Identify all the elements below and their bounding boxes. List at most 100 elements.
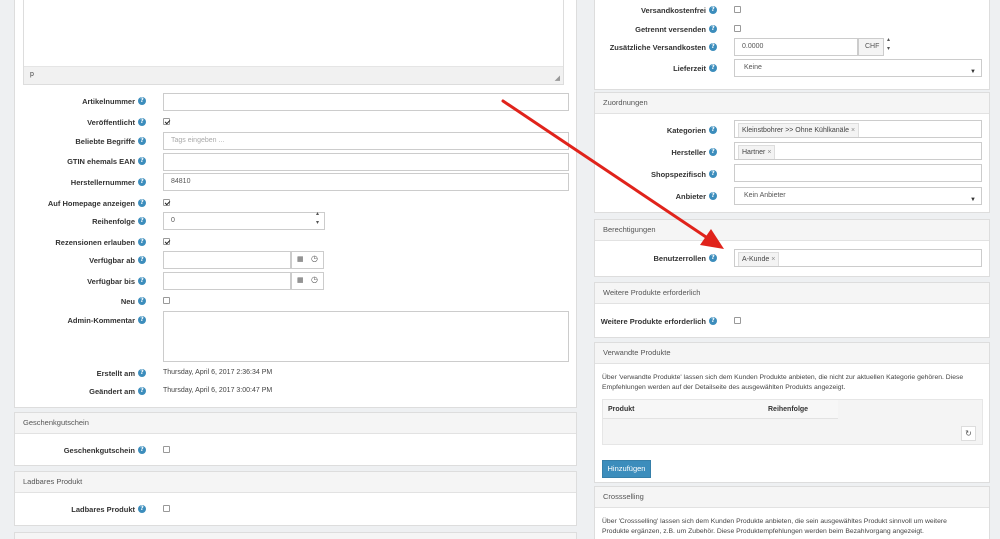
ladbares-produkt-label: Ladbares Produkt xyxy=(71,505,135,514)
zusaetzliche-input[interactable]: 0.0000 xyxy=(734,38,858,56)
help-icon[interactable]: ? xyxy=(138,217,146,225)
help-icon[interactable]: ? xyxy=(138,118,146,126)
benutzerrolle-tag: A-Kunde × xyxy=(738,252,780,266)
anbieter-select[interactable]: Kein Anbieter ▼ xyxy=(734,187,982,205)
help-icon[interactable]: ? xyxy=(709,6,717,14)
editor-status-path: p xyxy=(30,71,34,78)
weitere-produkte-panel: Weitere Produkte erforderlich xyxy=(594,282,990,338)
homepage-checkbox[interactable] xyxy=(163,199,170,206)
help-icon[interactable]: ? xyxy=(709,254,717,262)
help-icon[interactable]: ? xyxy=(709,64,717,72)
help-icon[interactable]: ? xyxy=(138,316,146,324)
erstellt-am-value: Thursday, April 6, 2017 2:36:34 PM xyxy=(163,369,273,376)
weitere-produkte-checkbox[interactable] xyxy=(734,317,741,324)
help-icon[interactable]: ? xyxy=(138,199,146,207)
help-icon[interactable]: ? xyxy=(709,170,717,178)
help-icon[interactable]: ? xyxy=(138,446,146,454)
admin-kommentar-label: Admin-Kommentar xyxy=(67,316,135,325)
artikelnummer-input[interactable] xyxy=(163,93,569,111)
help-icon[interactable]: ? xyxy=(138,277,146,285)
geaendert-am-value: Thursday, April 6, 2017 3:00:47 PM xyxy=(163,387,273,394)
crossselling-description-2: Produkte ergänzen, z.B. um Zubehör. Dies… xyxy=(602,528,924,535)
help-icon[interactable]: ? xyxy=(138,297,146,305)
shopspezifisch-input[interactable] xyxy=(734,164,982,182)
hinzufuegen-button[interactable]: Hinzufügen xyxy=(602,460,651,478)
help-icon[interactable]: ? xyxy=(138,256,146,264)
benutzerrollen-input[interactable]: A-Kunde × xyxy=(734,249,982,267)
remove-tag-icon[interactable]: × xyxy=(767,149,771,156)
help-icon[interactable]: ? xyxy=(138,97,146,105)
verfuegbar-ab-label: Verfügbar ab xyxy=(89,256,135,265)
refresh-button[interactable]: ↻ xyxy=(961,426,976,441)
help-icon[interactable]: ? xyxy=(709,126,717,134)
clock-icon[interactable]: ◷ xyxy=(311,254,318,263)
crossselling-panel-title: Crossselling xyxy=(595,487,989,508)
verwandte-produkte-panel: Verwandte Produkte Über 'verwandte Produ… xyxy=(594,342,990,483)
help-icon[interactable]: ? xyxy=(138,505,146,513)
help-icon[interactable]: ? xyxy=(709,43,717,51)
lieferzeit-select[interactable]: Keine ▼ xyxy=(734,59,982,77)
verfuegbar-bis-input[interactable] xyxy=(163,272,291,290)
zusaetzliche-label: Zusätzliche Versandkosten xyxy=(609,43,706,52)
admin-kommentar-textarea[interactable] xyxy=(163,311,569,362)
currency-addon: CHF xyxy=(858,38,884,56)
help-icon[interactable]: ? xyxy=(138,178,146,186)
artikelnummer-label: Artikelnummer xyxy=(82,97,135,106)
weitere-produkte-panel-title: Weitere Produkte erforderlich xyxy=(595,283,989,304)
herstellernummer-input[interactable]: 84810 xyxy=(163,173,569,191)
calendar-icon[interactable]: ▦ xyxy=(297,255,304,263)
veroeffentlicht-checkbox[interactable] xyxy=(163,118,170,125)
reihenfolge-value: 0 xyxy=(171,217,175,224)
verfuegbar-ab-pickers xyxy=(291,251,324,269)
col-header-produkt[interactable]: Produkt xyxy=(608,406,634,413)
help-icon[interactable]: ? xyxy=(138,387,146,395)
spinner-up-icon[interactable]: ▴ xyxy=(887,36,890,43)
anbieter-label: Anbieter xyxy=(675,192,706,201)
help-icon[interactable]: ? xyxy=(709,25,717,33)
gtin-label: GTIN ehemals EAN xyxy=(67,157,135,166)
neu-checkbox[interactable] xyxy=(163,297,170,304)
refresh-icon: ↻ xyxy=(965,429,972,438)
remove-tag-icon[interactable]: × xyxy=(851,127,855,134)
help-icon[interactable]: ? xyxy=(138,137,146,145)
geschenkgutschein-panel: Geschenkgutschein xyxy=(14,412,577,466)
help-icon[interactable]: ? xyxy=(709,192,717,200)
help-icon[interactable]: ? xyxy=(709,148,717,156)
verwandte-description-2: Empfehlungen werden auf der Detailseite … xyxy=(602,384,846,391)
reihenfolge-input[interactable]: 0 xyxy=(163,212,325,230)
resize-handle-icon[interactable]: ◢ xyxy=(555,74,560,82)
help-icon[interactable]: ? xyxy=(138,238,146,246)
verfuegbar-ab-input[interactable] xyxy=(163,251,291,269)
geschenkgutschein-checkbox[interactable] xyxy=(163,446,170,453)
spinner-down-icon[interactable]: ▾ xyxy=(887,45,890,52)
clock-icon[interactable]: ◷ xyxy=(311,275,318,284)
spinner-down-icon[interactable]: ▾ xyxy=(316,219,319,226)
rezensionen-checkbox[interactable] xyxy=(163,238,170,245)
help-icon[interactable]: ? xyxy=(138,369,146,377)
getrennt-checkbox[interactable] xyxy=(734,25,741,32)
veroeffentlicht-label: Veröffentlicht xyxy=(87,118,135,127)
rich-text-editor[interactable]: p ◢ xyxy=(23,0,564,85)
homepage-label: Auf Homepage anzeigen xyxy=(47,199,135,208)
ladbares-produkt-checkbox[interactable] xyxy=(163,505,170,512)
kategorien-input[interactable]: Kleinstbohrer >> Ohne Kühlkanäle × xyxy=(734,120,982,138)
remove-tag-icon[interactable]: × xyxy=(771,256,775,263)
help-icon[interactable]: ? xyxy=(138,157,146,165)
kategorien-label: Kategorien xyxy=(666,126,706,135)
versandkostenfrei-checkbox[interactable] xyxy=(734,6,741,13)
editor-statusbar: p ◢ xyxy=(24,66,563,84)
berechtigungen-panel-title: Berechtigungen xyxy=(595,220,989,241)
spinner-up-icon[interactable]: ▴ xyxy=(316,210,319,217)
hersteller-input[interactable]: Hartner × xyxy=(734,142,982,160)
col-header-reihenfolge[interactable]: Reihenfolge xyxy=(768,406,808,413)
gtin-input[interactable] xyxy=(163,153,569,171)
help-icon[interactable]: ? xyxy=(709,317,717,325)
geschenkgutschein-panel-title: Geschenkgutschein xyxy=(15,413,576,434)
reihenfolge-label: Reihenfolge xyxy=(92,217,135,226)
chevron-down-icon: ▼ xyxy=(970,69,976,75)
beliebte-begriffe-input[interactable]: Tags eingeben ... xyxy=(163,132,569,150)
ladbares-produkt-panel: Ladbares Produkt xyxy=(14,471,577,526)
calendar-icon[interactable]: ▦ xyxy=(297,276,304,284)
erstellt-am-label: Erstellt am xyxy=(96,369,135,378)
shopspezifisch-label: Shopspezifisch xyxy=(650,170,706,179)
